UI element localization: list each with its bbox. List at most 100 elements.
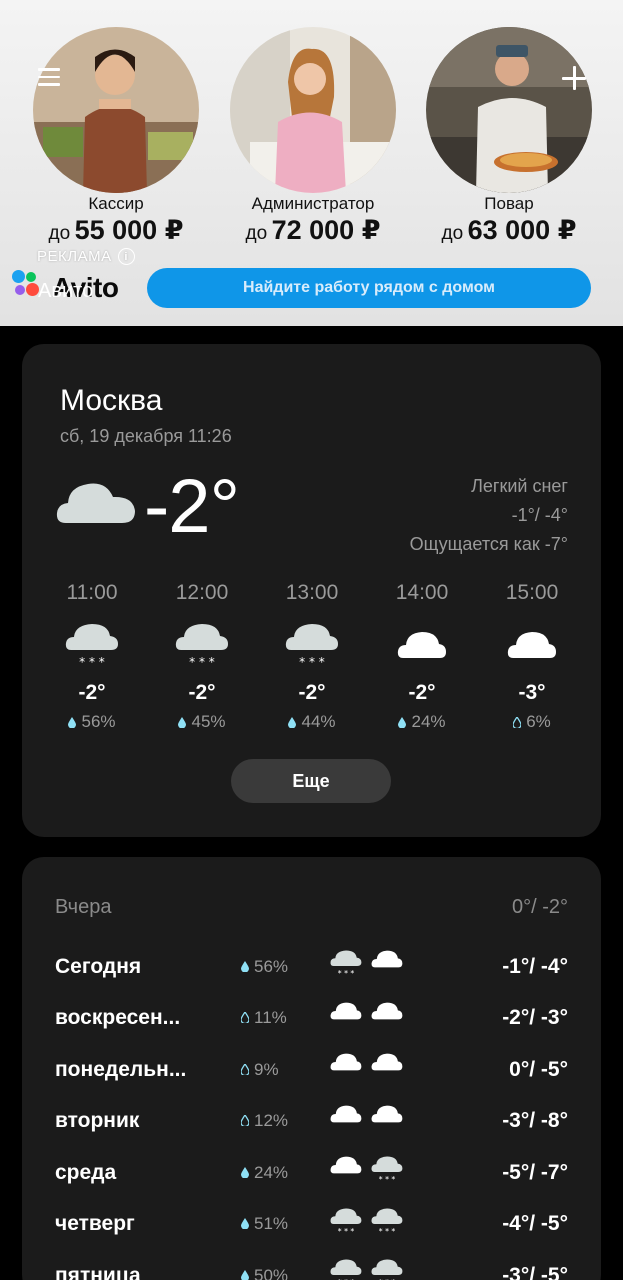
ad-job-cashier[interactable]: Кассир до 55 000 ₽ <box>33 27 199 250</box>
day-name: Сегодня <box>55 954 142 978</box>
ad-job-title: Кассир <box>88 194 144 213</box>
svg-text:* * *: * * * <box>338 1227 355 1235</box>
cloud-icon <box>330 1052 362 1077</box>
daily-row[interactable]: пятница 50% * * * * * * -3°/ -5° <box>55 1250 568 1280</box>
cashier-photo <box>33 27 199 193</box>
drop-icon <box>240 1008 250 1028</box>
daily-forecast-card: Вчера 0°/ -2° Сегодня 56% * * * -1°/ -4° вос… <box>22 857 601 1280</box>
snow-cloud-icon: * * * <box>371 1207 403 1240</box>
day-temps: -2°/ -3° <box>502 1006 568 1030</box>
drop-icon <box>68 716 77 728</box>
svg-text:* * *: * * * <box>299 655 325 668</box>
current-temperature: -2° <box>144 464 240 549</box>
cook-photo <box>426 27 592 193</box>
daily-row[interactable]: среда 24% * * * -5°/ -7° <box>55 1147 568 1199</box>
daily-row[interactable]: понедельн... 9% 0°/ -5° <box>55 1044 568 1096</box>
current-weather-card: Москва сб, 19 декабря 11:26 -2° Легкий с… <box>22 344 601 837</box>
day-name: четверг <box>55 1212 135 1236</box>
day-temps: -5°/ -7° <box>502 1160 568 1184</box>
cloud-icon <box>330 1001 362 1026</box>
day-name: среда <box>55 1160 117 1184</box>
day-name: пятница <box>55 1263 141 1280</box>
drop-icon <box>240 1111 250 1131</box>
ad-job-title: Повар <box>484 194 534 213</box>
ad-job-salary: до 55 000 ₽ <box>48 215 184 245</box>
day-precipitation: 12% <box>240 1111 288 1131</box>
ad-banner[interactable]: Кассир до 55 000 ₽ Администратор до 72 0… <box>0 0 623 326</box>
daily-row[interactable]: воскресен... 11% -2°/ -3° <box>55 993 568 1045</box>
avito-brand-overlay: Авито <box>38 280 94 302</box>
info-icon[interactable]: i <box>117 248 135 265</box>
day-temps: -4°/ -5° <box>502 1212 568 1236</box>
snow-cloud-icon: * * * <box>330 1207 362 1240</box>
feels-like: Ощущается как -7° <box>409 534 568 554</box>
cloud-icon <box>56 477 136 530</box>
ad-job-salary: до 72 000 ₽ <box>245 215 381 245</box>
day-precipitation: 51% <box>241 1214 288 1234</box>
cloud-icon <box>371 1052 403 1077</box>
day-precipitation: 50% <box>241 1266 288 1280</box>
hi-lo-temps: -1°/ -4° <box>511 505 568 525</box>
snow-cloud-icon: * * * <box>37 615 147 675</box>
hour-item: 13:00 * * * -2° 44% <box>257 581 367 732</box>
snow-cloud-icon: * * * <box>371 1155 403 1188</box>
drop-icon <box>288 716 297 728</box>
day-name: воскресен... <box>55 1006 181 1030</box>
day-name: вторник <box>55 1109 140 1133</box>
cloud-icon <box>477 615 587 675</box>
menu-icon[interactable] <box>38 68 60 91</box>
daily-row[interactable]: вторник 12% -3°/ -8° <box>55 1096 568 1148</box>
drop-icon <box>241 957 249 977</box>
find-job-button[interactable]: Найдите работу рядом с домом <box>147 268 591 308</box>
svg-text:* * *: * * * <box>379 1227 396 1235</box>
cloud-icon <box>367 615 477 675</box>
plus-icon[interactable] <box>562 66 586 90</box>
daily-row[interactable]: четверг 51% * * * * * * -4°/ -5° <box>55 1199 568 1251</box>
day-name: понедельн... <box>55 1057 187 1081</box>
more-button[interactable]: Еще <box>231 759 391 803</box>
snow-cloud-icon: * * * <box>257 615 367 675</box>
drop-icon <box>241 1163 249 1183</box>
svg-text:* * *: * * * <box>189 655 215 668</box>
day-temps: 0°/ -5° <box>509 1057 568 1081</box>
drop-icon <box>513 716 522 728</box>
hour-item: 11:00 * * * -2° 56% <box>37 581 147 732</box>
drop-icon <box>398 716 407 728</box>
cloud-icon <box>371 1001 403 1026</box>
day-precipitation: 9% <box>240 1060 279 1080</box>
day-temps: -3°/ -5° <box>502 1263 568 1280</box>
day-precipitation: 56% <box>241 957 288 977</box>
hour-item: 15:00 -3° 6% <box>477 581 587 732</box>
condition-text: Легкий снег <box>471 476 568 496</box>
cloud-icon <box>371 1104 403 1129</box>
ad-job-title: Администратор <box>251 194 375 213</box>
administrator-photo <box>230 27 396 193</box>
day-precipitation: 11% <box>240 1008 287 1028</box>
drop-icon <box>178 716 187 728</box>
avito-logo: Avito Авито <box>12 270 132 306</box>
drop-icon <box>240 1060 250 1080</box>
ad-job-salary: до 63 000 ₽ <box>441 215 577 245</box>
yesterday-row: Вчера 0°/ -2° <box>55 896 568 918</box>
hourly-forecast: 11:00 * * * -2° 56% 12:00 * * * -2° 45% … <box>37 581 587 732</box>
snow-cloud-icon: * * * <box>147 615 257 675</box>
cloud-icon <box>330 1104 362 1129</box>
cloud-icon <box>371 949 403 974</box>
snow-cloud-icon: * * * <box>330 1258 362 1280</box>
cloud-icon <box>330 1155 362 1180</box>
ad-job-administrator[interactable]: Администратор до 72 000 ₽ <box>230 27 396 250</box>
hour-item: 12:00 * * * -2° 45% <box>147 581 257 732</box>
svg-text:* * *: * * * <box>379 1175 396 1183</box>
daily-row[interactable]: Сегодня 56% * * * -1°/ -4° <box>55 941 568 993</box>
ad-job-cook[interactable]: Повар до 63 000 ₽ <box>426 27 592 250</box>
drop-icon <box>241 1214 249 1234</box>
hour-item: 14:00 -2° 24% <box>367 581 477 732</box>
date-time: сб, 19 декабря 11:26 <box>60 426 232 446</box>
ad-label: РЕКЛАМА i <box>37 248 135 265</box>
day-precipitation: 24% <box>241 1163 288 1183</box>
city-name: Москва <box>60 384 163 417</box>
day-temps: -3°/ -8° <box>502 1109 568 1133</box>
drop-icon <box>241 1266 249 1280</box>
svg-text:* * *: * * * <box>79 655 105 668</box>
snow-cloud-icon: * * * <box>330 949 362 982</box>
